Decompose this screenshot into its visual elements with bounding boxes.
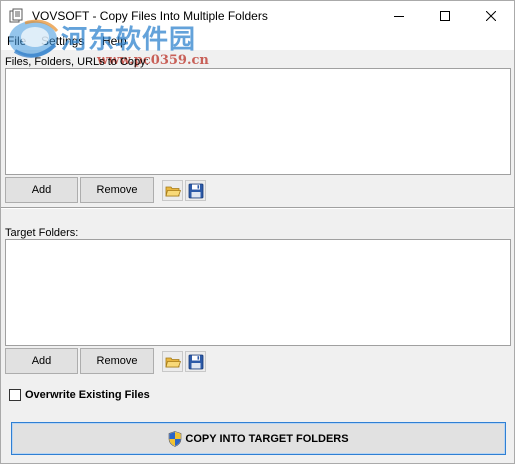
section-divider (1, 207, 514, 209)
copy-into-target-folders-button[interactable]: COPY INTO TARGET FOLDERS (11, 422, 506, 455)
maximize-button[interactable] (422, 1, 468, 31)
title-bar[interactable]: VOVSOFT - Copy Files Into Multiple Folde… (1, 1, 514, 31)
maximize-icon (440, 11, 450, 21)
target-list[interactable] (5, 239, 511, 346)
window-title: VOVSOFT - Copy Files Into Multiple Folde… (32, 9, 268, 23)
close-button[interactable] (468, 1, 514, 31)
source-add-button[interactable]: Add (5, 177, 78, 203)
target-list-label: Target Folders: (5, 227, 79, 239)
target-remove-button[interactable]: Remove (80, 348, 154, 374)
floppy-save-icon (188, 183, 204, 199)
target-load-list-button[interactable] (162, 351, 183, 372)
uac-shield-icon (169, 430, 182, 447)
target-save-list-button[interactable] (185, 351, 206, 372)
menu-help[interactable]: Help (102, 34, 127, 48)
source-list-label: Files, Folders, URLs to Copy: (5, 56, 149, 68)
overwrite-checkbox[interactable] (9, 389, 21, 401)
menu-settings[interactable]: Settings (41, 34, 84, 48)
close-icon (486, 11, 496, 21)
copy-button-label: COPY INTO TARGET FOLDERS (185, 432, 349, 445)
minimize-button[interactable] (376, 1, 422, 31)
app-icon (9, 8, 23, 23)
menu-file[interactable]: File (7, 34, 26, 48)
folder-open-icon (165, 357, 181, 368)
folder-open-icon (165, 186, 181, 197)
minimize-icon (394, 16, 404, 17)
source-list[interactable] (5, 68, 511, 175)
floppy-save-icon (188, 354, 204, 370)
target-add-button[interactable]: Add (5, 348, 78, 374)
app-window: VOVSOFT - Copy Files Into Multiple Folde… (0, 0, 515, 464)
overwrite-checkbox-label[interactable]: Overwrite Existing Files (25, 389, 150, 401)
menu-bar: File Settings Help (1, 31, 514, 50)
source-remove-button[interactable]: Remove (80, 177, 154, 203)
source-load-list-button[interactable] (162, 180, 183, 201)
source-save-list-button[interactable] (185, 180, 206, 201)
